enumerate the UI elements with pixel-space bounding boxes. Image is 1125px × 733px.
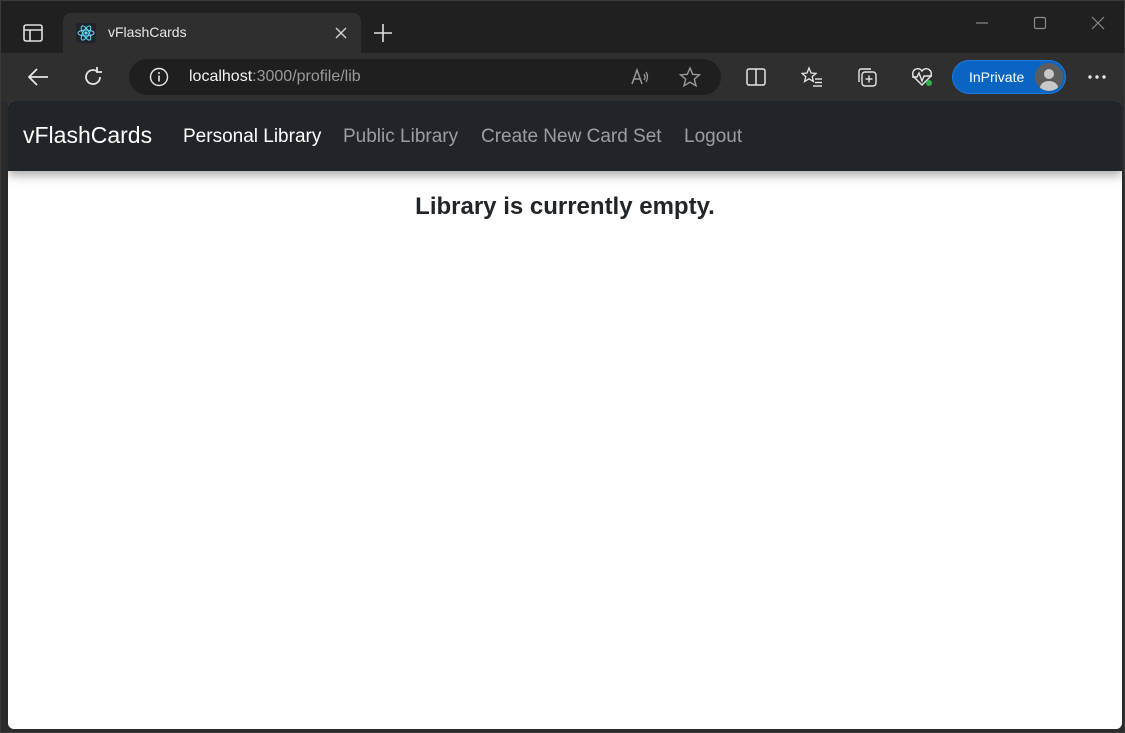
tab-close-button[interactable] <box>331 23 351 43</box>
nav-link-create-new-card-set[interactable]: Create New Card Set <box>481 126 662 148</box>
read-aloud-icon[interactable] <box>629 66 651 88</box>
window-close-button[interactable] <box>1083 11 1113 35</box>
page-viewport: vFlashCards Personal Library Public Libr… <box>8 101 1122 729</box>
navbar-brand[interactable]: vFlashCards <box>23 122 152 149</box>
collections-button[interactable] <box>852 63 882 91</box>
tab-strip: vFlashCards <box>1 1 1124 53</box>
favorites-button[interactable] <box>797 63 827 91</box>
minimize-icon <box>976 22 988 24</box>
collections-icon <box>858 68 877 87</box>
split-screen-icon <box>746 68 766 86</box>
favorite-star-icon[interactable] <box>679 66 701 88</box>
browser-toolbar: localhost:3000/profile/lib InPrivate <box>1 53 1124 101</box>
url-text: localhost:3000/profile/lib <box>189 68 361 86</box>
split-screen-button[interactable] <box>741 63 771 91</box>
inprivate-profile-button[interactable]: InPrivate <box>952 60 1066 94</box>
minimize-button[interactable] <box>967 11 997 35</box>
refresh-icon <box>85 67 102 85</box>
plus-icon <box>374 24 392 42</box>
maximize-icon <box>1033 16 1047 30</box>
nav-link-logout[interactable]: Logout <box>684 126 742 148</box>
tab-actions-button[interactable] <box>19 21 47 45</box>
new-tab-button[interactable] <box>371 21 395 45</box>
avatar <box>1035 63 1063 91</box>
close-icon <box>1091 16 1105 30</box>
browser-window: vFlashCards localhost:3000/profile/lib I… <box>0 0 1125 733</box>
site-navbar: vFlashCards Personal Library Public Libr… <box>8 101 1122 171</box>
inprivate-label: InPrivate <box>969 69 1025 85</box>
tab-title: vFlashCards <box>108 24 187 40</box>
address-bar[interactable]: localhost:3000/profile/lib <box>129 59 721 95</box>
heartbeat-icon <box>912 67 932 86</box>
more-dots-icon <box>1088 75 1106 79</box>
maximize-button[interactable] <box>1025 11 1055 35</box>
favorites-list-icon <box>801 66 822 87</box>
active-tab[interactable]: vFlashCards <box>63 13 361 53</box>
url-path: :3000/profile/lib <box>252 68 361 85</box>
nav-link-personal-library[interactable]: Personal Library <box>183 126 321 148</box>
url-host: localhost <box>189 68 253 85</box>
nav-link-public-library[interactable]: Public Library <box>343 126 458 148</box>
react-icon <box>76 23 96 43</box>
tab-actions-icon <box>23 24 43 42</box>
close-icon <box>335 27 347 39</box>
back-button[interactable] <box>23 63 53 91</box>
refresh-button[interactable] <box>78 63 108 91</box>
settings-more-button[interactable] <box>1082 63 1112 91</box>
empty-library-message: Library is currently empty. <box>415 193 715 220</box>
site-info-icon[interactable] <box>149 67 169 87</box>
browser-essentials-button[interactable] <box>907 63 937 91</box>
back-arrow-icon <box>27 68 48 86</box>
